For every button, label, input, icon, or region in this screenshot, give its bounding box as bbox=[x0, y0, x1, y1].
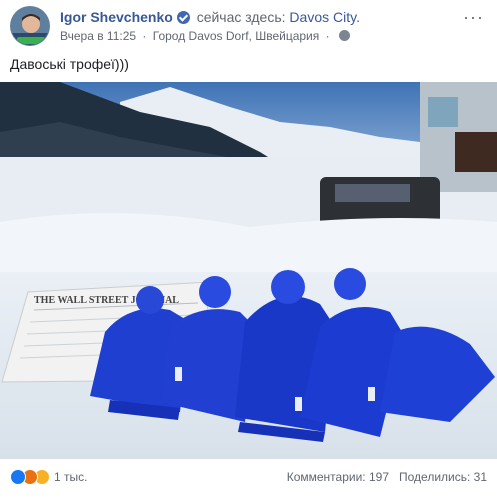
photo-scene: THE WALL STREET JOURNAL bbox=[0, 82, 497, 459]
globe-icon[interactable] bbox=[338, 30, 350, 41]
meta-separator-2: · bbox=[325, 29, 330, 43]
facebook-post: Igor Shevchenko сейчас здесь: Davos City… bbox=[0, 0, 497, 499]
reaction-count[interactable]: 1 тыс. bbox=[54, 470, 87, 484]
more-options-button[interactable]: ··· bbox=[463, 8, 484, 26]
verified-badge-icon bbox=[176, 11, 190, 24]
meta-separator: · bbox=[142, 29, 147, 43]
post-header: Igor Shevchenko сейчас здесь: Davos City… bbox=[10, 6, 490, 46]
shares-count[interactable]: Поделились: 31 bbox=[399, 470, 487, 484]
post-text: Давоські трофеї))) bbox=[10, 56, 129, 72]
here-text: сейчас здесь: bbox=[196, 9, 286, 25]
author-name-link[interactable]: Igor Shevchenko bbox=[60, 9, 173, 25]
engagement-stats: Комментарии: 197 Поделились: 31 bbox=[287, 470, 487, 484]
place-link[interactable]: Davos City. bbox=[289, 9, 360, 25]
post-timestamp[interactable]: Вчера в 11:25 bbox=[60, 29, 136, 43]
post-location[interactable]: Город Davos Dorf, Швейцария bbox=[153, 29, 320, 43]
author-avatar[interactable] bbox=[10, 6, 50, 46]
like-reaction-icon bbox=[10, 469, 26, 485]
author-line: Igor Shevchenko сейчас здесь: Davos City… bbox=[60, 9, 360, 25]
comments-count[interactable]: Комментарии: 197 bbox=[287, 470, 389, 484]
post-meta: Вчера в 11:25 · Город Davos Dorf, Швейца… bbox=[60, 29, 350, 43]
avatar-image bbox=[11, 7, 49, 45]
post-photo[interactable]: THE WALL STREET JOURNAL bbox=[0, 82, 497, 459]
post-footer: 1 тыс. Комментарии: 197 Поделились: 31 bbox=[0, 462, 497, 492]
